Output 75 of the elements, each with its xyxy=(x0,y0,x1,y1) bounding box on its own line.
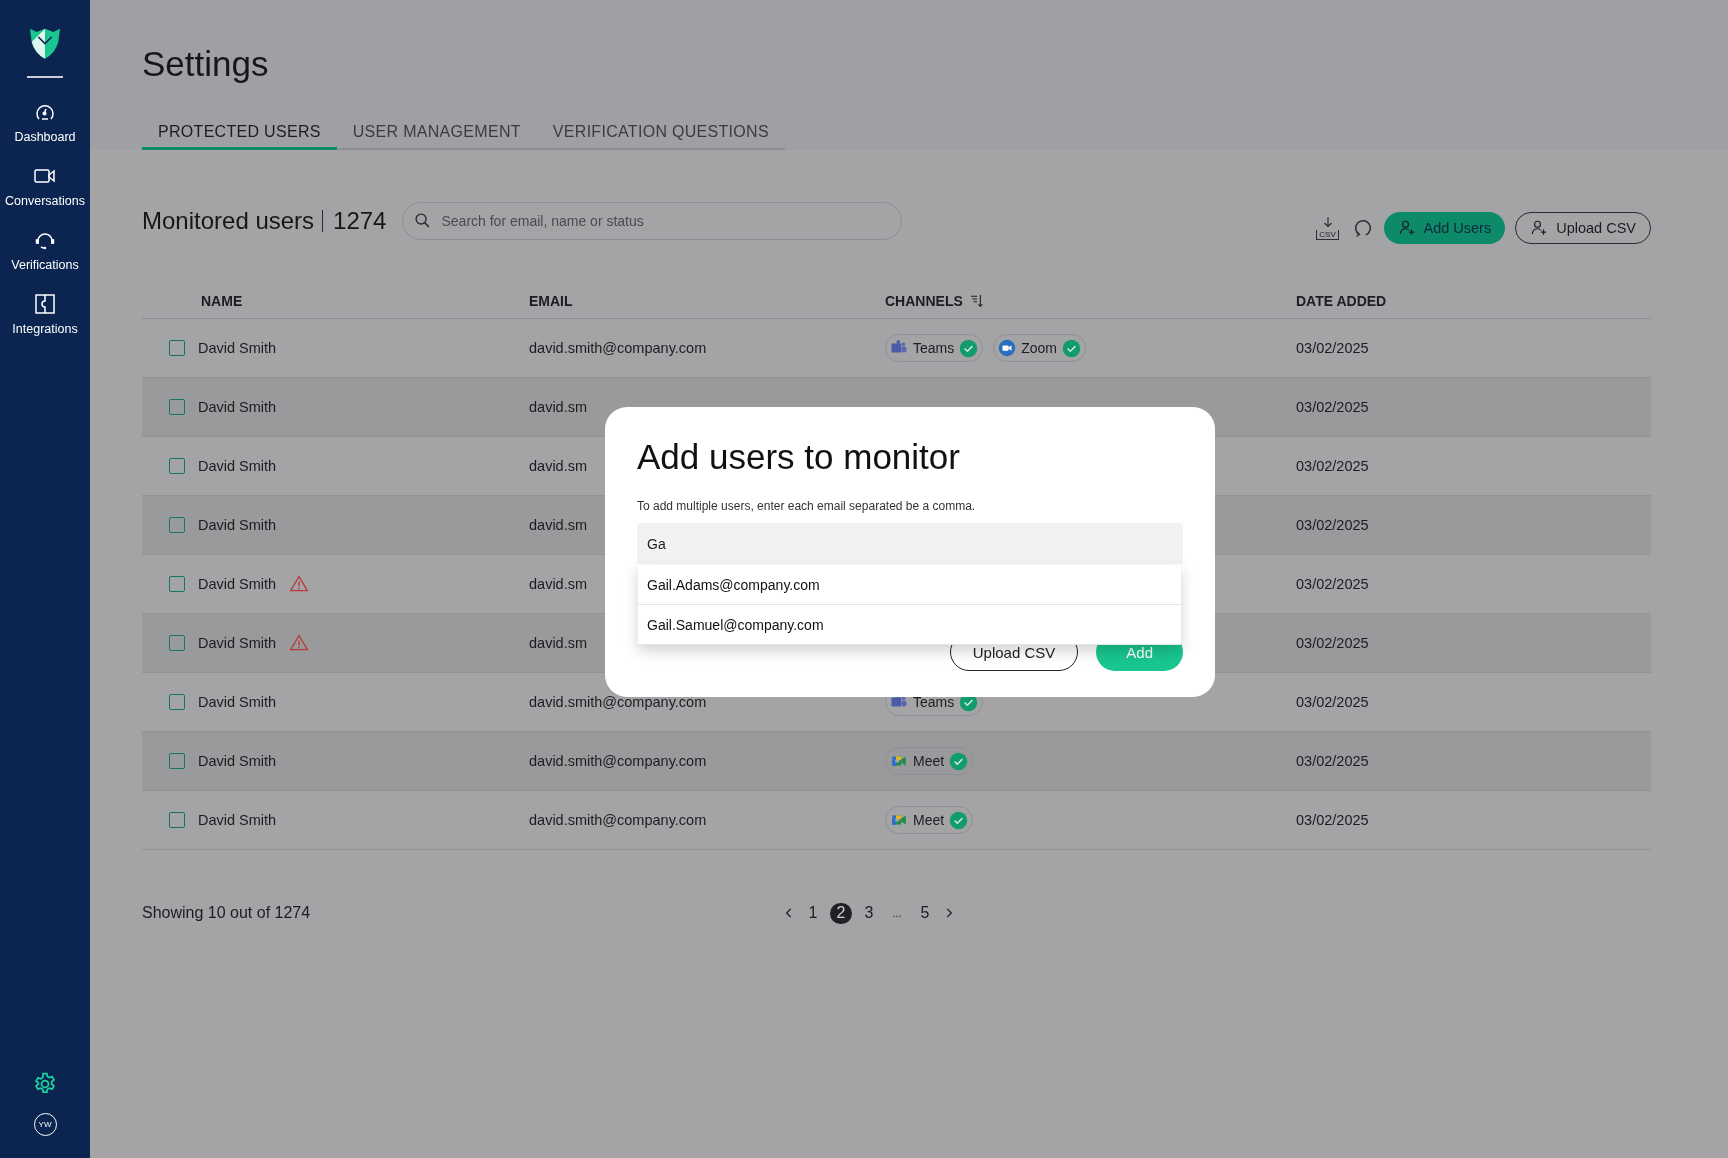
tab[interactable]: VERIFICATION QUESTIONS xyxy=(536,123,785,150)
user-name: David Smith xyxy=(198,694,277,710)
user-count: 1274 xyxy=(322,210,387,232)
channel-name: Teams xyxy=(913,340,955,356)
user-email: david.smith@company.com xyxy=(529,694,707,710)
user-name: David Smith xyxy=(198,635,277,651)
download-csv-icon[interactable]: CSV xyxy=(1313,216,1342,240)
channel-name: Meet xyxy=(913,753,945,769)
date-added: 03/02/2025 xyxy=(1296,812,1369,828)
user-name: David Smith xyxy=(198,517,277,533)
dialog-title: Add users to monitor xyxy=(637,437,961,477)
search-field[interactable]: Search for email, name or status xyxy=(402,202,903,240)
user-name: David Smith xyxy=(198,340,277,356)
page-link[interactable]: ... xyxy=(886,902,908,924)
checkbox[interactable] xyxy=(169,576,185,592)
page-link[interactable]: 5 xyxy=(914,902,936,924)
email-input-field[interactable]: Ga xyxy=(637,523,1183,564)
user-plus-icon xyxy=(1397,219,1416,237)
user-email: david.sm xyxy=(529,635,588,651)
user-name: David Smith xyxy=(198,399,277,415)
page-link[interactable]: 1 xyxy=(802,902,824,924)
nav-item[interactable]: Integrations xyxy=(12,292,78,336)
checkbox[interactable] xyxy=(169,340,185,356)
video-camera-icon xyxy=(998,339,1017,357)
user-plus-icon xyxy=(1530,219,1549,237)
user-name: David Smith xyxy=(198,753,277,769)
user-email: david.sm xyxy=(529,576,588,592)
date-added: 03/02/2025 xyxy=(1296,694,1369,710)
user-email: david.sm xyxy=(529,517,588,533)
dialog-hint: To add multiple users, enter each email separated be a comma. xyxy=(637,499,977,513)
date-added: 03/02/2025 xyxy=(1296,635,1369,651)
user-email: david.sm xyxy=(529,399,588,415)
column-header[interactable]: CHANNELS xyxy=(885,293,963,309)
user-email: david.smith@company.com xyxy=(529,340,707,356)
page-title: Settings xyxy=(142,44,270,84)
csv-label: CSV xyxy=(1316,230,1339,240)
puzzle-icon xyxy=(33,292,57,316)
date-added: 03/02/2025 xyxy=(1296,458,1369,474)
checkbox[interactable] xyxy=(169,694,185,710)
column-header: DATE ADDED xyxy=(1296,293,1387,309)
checkbox[interactable] xyxy=(169,458,185,474)
date-added: 03/02/2025 xyxy=(1296,753,1369,769)
checkbox[interactable] xyxy=(169,399,185,415)
page-link[interactable]: 3 xyxy=(858,902,880,924)
date-added: 03/02/2025 xyxy=(1296,340,1369,356)
channel-name: Teams xyxy=(913,694,955,710)
section-title: Monitored users xyxy=(142,207,315,235)
tab[interactable]: PROTECTED USERS xyxy=(142,123,337,150)
date-added: 03/02/2025 xyxy=(1296,517,1369,533)
page-link[interactable]: 2 xyxy=(830,902,852,924)
user-email: david.smith@company.com xyxy=(529,753,707,769)
user-name: David Smith xyxy=(198,458,277,474)
user-email: david.sm xyxy=(529,458,588,474)
channel-name: Meet xyxy=(913,812,945,828)
user-name: David Smith xyxy=(198,576,277,592)
date-added: 03/02/2025 xyxy=(1296,576,1369,592)
checkbox[interactable] xyxy=(169,753,185,769)
search-icon xyxy=(414,212,432,229)
user-name: David Smith xyxy=(198,812,277,828)
sort-icon[interactable] xyxy=(968,293,985,309)
checkbox[interactable] xyxy=(169,812,185,828)
channel-name: Zoom xyxy=(1021,340,1058,356)
column-header: EMAIL xyxy=(529,293,573,309)
suggestion-item[interactable]: Gail.Adams@company.com xyxy=(638,565,1181,605)
nav-item[interactable]: Conversations xyxy=(5,164,85,208)
date-added: 03/02/2025 xyxy=(1296,399,1369,415)
results-summary: Showing 10 out of 1274 xyxy=(142,904,312,922)
user-email: david.smith@company.com xyxy=(529,812,707,828)
column-header: NAME xyxy=(201,293,243,309)
checkbox[interactable] xyxy=(169,517,185,533)
tab[interactable]: USER MANAGEMENT xyxy=(336,123,537,150)
checkbox[interactable] xyxy=(169,635,185,651)
add-users-button[interactable]: Add Users xyxy=(1383,212,1506,244)
nav-item[interactable]: Verifications xyxy=(11,228,79,272)
nav-item[interactable]: Dashboard xyxy=(14,100,76,144)
